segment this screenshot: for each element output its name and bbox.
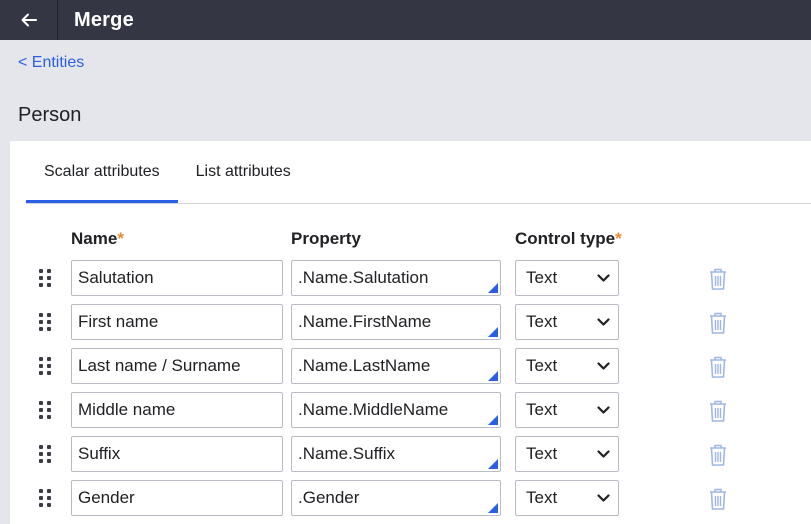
name-input[interactable]: Salutation [71, 260, 283, 296]
table-row: First name .Name.FirstName Text [10, 304, 811, 340]
page-title: Merge [74, 8, 134, 31]
drag-handle-icon[interactable] [39, 269, 53, 287]
column-header-property-label: Property [291, 229, 361, 248]
trash-icon[interactable] [708, 399, 728, 423]
column-header-property: Property [291, 229, 361, 249]
control-type-value: Text [526, 444, 558, 463]
property-input[interactable]: .Name.Suffix [291, 436, 501, 472]
name-input[interactable]: Gender [71, 480, 283, 516]
back-button[interactable] [0, 0, 58, 40]
table-row: Last name / Surname .Name.LastName Text [10, 348, 811, 384]
table-row: Gender .Gender Text [10, 480, 811, 516]
control-type-select[interactable]: Text [515, 348, 619, 384]
column-header-name-label: Name [71, 229, 118, 248]
control-type-value: Text [526, 400, 558, 419]
entity-title: Person [18, 104, 82, 126]
chevron-down-icon [597, 405, 610, 414]
trash-icon[interactable] [708, 487, 728, 511]
control-type-select[interactable]: Text [515, 480, 619, 516]
table-row: Suffix .Name.Suffix Text [10, 436, 811, 472]
control-type-value: Text [526, 312, 558, 331]
control-type-select[interactable]: Text [515, 436, 619, 472]
name-input[interactable]: Middle name [71, 392, 283, 428]
tab-divider [26, 203, 811, 204]
drag-handle-icon[interactable] [39, 313, 53, 331]
control-type-value: Text [526, 268, 558, 287]
property-input[interactable]: .Name.Salutation [291, 260, 501, 296]
drag-handle-icon[interactable] [39, 445, 53, 463]
property-input[interactable]: .Name.FirstName [291, 304, 501, 340]
column-header-name: Name* [71, 229, 124, 249]
trash-icon[interactable] [708, 267, 728, 291]
chevron-down-icon [597, 361, 610, 370]
drag-handle-icon[interactable] [39, 489, 53, 507]
required-marker: * [117, 229, 124, 248]
property-input[interactable]: .Name.MiddleName [291, 392, 501, 428]
trash-icon[interactable] [708, 355, 728, 379]
top-bar: Merge [0, 0, 811, 40]
attributes-panel: Scalar attributes List attributes Name* … [10, 141, 811, 524]
control-type-value: Text [526, 356, 558, 375]
chevron-down-icon [597, 493, 610, 502]
chevron-down-icon [597, 273, 610, 282]
control-type-select[interactable]: Text [515, 260, 619, 296]
name-input[interactable]: Last name / Surname [71, 348, 283, 384]
control-type-value: Text [526, 488, 558, 507]
tab-list-attributes[interactable]: List attributes [178, 141, 309, 203]
property-input[interactable]: .Gender [291, 480, 501, 516]
column-header-control-type-label: Control type [515, 229, 616, 248]
tab-bar: Scalar attributes List attributes [26, 141, 309, 203]
column-header-control-type: Control type* [515, 229, 622, 249]
trash-icon[interactable] [708, 311, 728, 335]
required-marker: * [615, 229, 622, 248]
control-type-select[interactable]: Text [515, 304, 619, 340]
chevron-down-icon [597, 317, 610, 326]
drag-handle-icon[interactable] [39, 357, 53, 375]
drag-handle-icon[interactable] [39, 401, 53, 419]
arrow-left-icon [21, 13, 37, 27]
table-row: Middle name .Name.MiddleName Text [10, 392, 811, 428]
tab-scalar-attributes[interactable]: Scalar attributes [26, 141, 178, 203]
name-input[interactable]: First name [71, 304, 283, 340]
breadcrumb-entities-link[interactable]: < Entities [18, 54, 84, 72]
control-type-select[interactable]: Text [515, 392, 619, 428]
property-input[interactable]: .Name.LastName [291, 348, 501, 384]
trash-icon[interactable] [708, 443, 728, 467]
chevron-down-icon [597, 449, 610, 458]
table-row: Salutation .Name.Salutation Text [10, 260, 811, 296]
name-input[interactable]: Suffix [71, 436, 283, 472]
